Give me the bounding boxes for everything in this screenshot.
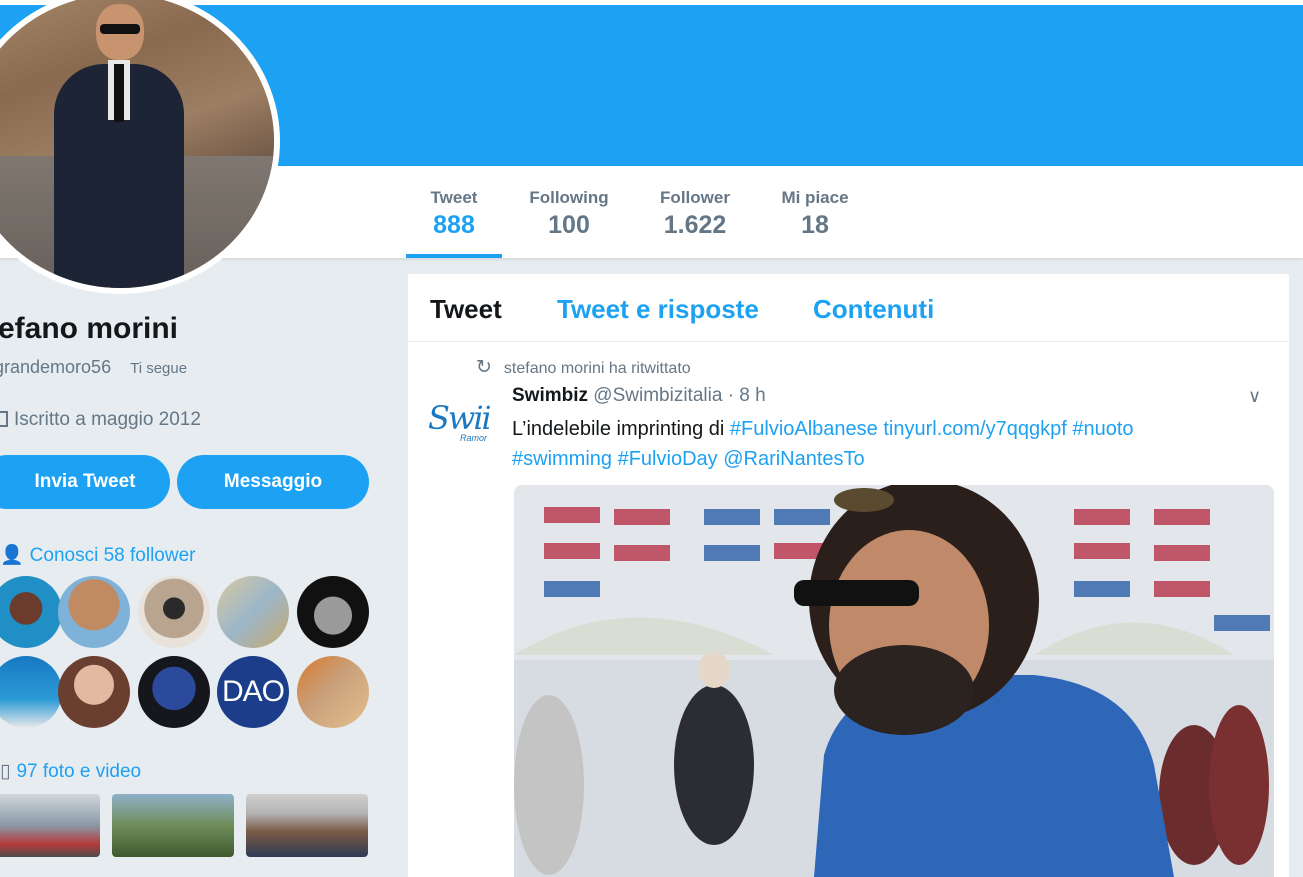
handle-row: grandemoro56 Ti segue: [0, 357, 187, 378]
retweet-context: ↻ stefano morini ha ritwittato: [476, 356, 691, 379]
stat-following[interactable]: Following 100: [518, 166, 620, 258]
avatar-figure-sunglasses: [100, 24, 140, 34]
tab-media[interactable]: Contenuti: [813, 294, 934, 325]
url-link[interactable]: tinyurl.com/y7qqgkpf: [883, 418, 1066, 440]
timeline-panel: Tweet Tweet e risposte Contenuti ↻ stefan…: [408, 274, 1289, 877]
calendar-icon: [0, 411, 8, 427]
stat-follower-label: Follower: [660, 188, 730, 207]
follower-avatar[interactable]: [58, 576, 130, 648]
hashtag-link[interactable]: #swimming: [512, 448, 612, 470]
retweet-icon: ↻: [476, 357, 492, 378]
hashtag-link[interactable]: #FulvioAlbanese: [730, 418, 878, 440]
profile-name[interactable]: tefano morini: [0, 312, 178, 346]
followers-you-know-label: Conosci 58 follower: [29, 545, 196, 566]
avatar-figure-tie: [114, 64, 124, 122]
tweet-time[interactable]: · 8 h: [728, 385, 766, 406]
follower-avatar[interactable]: [297, 576, 369, 648]
image-icon: ▯: [0, 761, 11, 782]
tweet-text-plain: L’indelebile imprinting di: [512, 418, 730, 440]
follows-you-badge: Ti segue: [130, 360, 188, 377]
media-thumbnail[interactable]: [0, 794, 100, 857]
stat-follower[interactable]: Follower 1.622: [650, 166, 740, 258]
avatar-logo-subtext: Ramor: [460, 433, 488, 443]
tweet-photo-image: [514, 485, 1274, 877]
stat-tweet-value: 888: [433, 211, 475, 239]
stat-tweet-label: Tweet: [430, 188, 478, 207]
tweet-author-handle[interactable]: @Swimbizitalia: [593, 385, 722, 406]
send-tweet-button[interactable]: Invia Tweet: [0, 455, 170, 509]
stat-likes-value: 18: [801, 211, 829, 239]
follower-avatar[interactable]: [0, 656, 62, 728]
joined-date: Iscritto a maggio 2012: [0, 409, 201, 431]
follower-avatar[interactable]: [0, 576, 62, 648]
tweet-text: L’indelebile imprinting di #FulvioAlbane…: [512, 414, 1212, 474]
photos-videos-link[interactable]: ▯ 97 foto e video: [0, 760, 141, 783]
joined-text: Iscritto a maggio 2012: [14, 409, 201, 430]
retweet-context-text[interactable]: stefano morini ha ritwittato: [504, 360, 691, 377]
tweet-photo[interactable]: [514, 485, 1274, 877]
stat-likes-label: Mi piace: [781, 188, 849, 207]
media-thumbnail[interactable]: [246, 794, 368, 857]
hashtag-link[interactable]: #FulvioDay: [618, 448, 718, 470]
media-thumbnail[interactable]: [112, 794, 234, 857]
profile-handle[interactable]: grandemoro56: [0, 357, 111, 377]
timeline-tabs: Tweet Tweet e risposte Contenuti: [408, 274, 1289, 342]
hashtag-link[interactable]: #nuoto: [1072, 418, 1133, 440]
tab-tweet-replies[interactable]: Tweet e risposte: [557, 294, 759, 325]
stat-following-label: Following: [529, 188, 609, 207]
followers-you-know[interactable]: 👤 Conosci 58 follower: [0, 543, 195, 567]
avatar-logo-text: Swii: [428, 399, 492, 437]
chevron-down-icon[interactable]: ∨: [1248, 386, 1261, 407]
person-icon: 👤: [0, 545, 24, 566]
stat-following-value: 100: [548, 211, 590, 239]
stat-tweet[interactable]: Tweet 888: [406, 166, 502, 258]
send-tweet-label: Invia Tweet: [34, 471, 136, 492]
follower-avatar-dao[interactable]: DAO: [217, 656, 289, 728]
follower-avatar[interactable]: [138, 576, 210, 648]
follower-avatar[interactable]: [58, 656, 130, 728]
stat-likes[interactable]: Mi piace 18: [772, 166, 858, 258]
follower-avatar[interactable]: [217, 576, 289, 648]
follower-avatar[interactable]: [297, 656, 369, 728]
stat-follower-value: 1.622: [663, 211, 727, 239]
tweet-author-name[interactable]: Swimbiz: [512, 385, 588, 406]
follower-avatar[interactable]: [138, 656, 210, 728]
message-button[interactable]: Messaggio: [177, 455, 369, 509]
profile-avatar[interactable]: [0, 0, 280, 294]
mention-link[interactable]: @RariNantesTo: [723, 448, 864, 470]
tweet-author-avatar[interactable]: Swii Ramor: [424, 391, 496, 463]
tab-tweet[interactable]: Tweet: [430, 294, 502, 325]
photos-videos-label: 97 foto e video: [16, 761, 142, 782]
tweet-header: Swimbiz @Swimbizitalia · 8 h: [512, 385, 766, 407]
